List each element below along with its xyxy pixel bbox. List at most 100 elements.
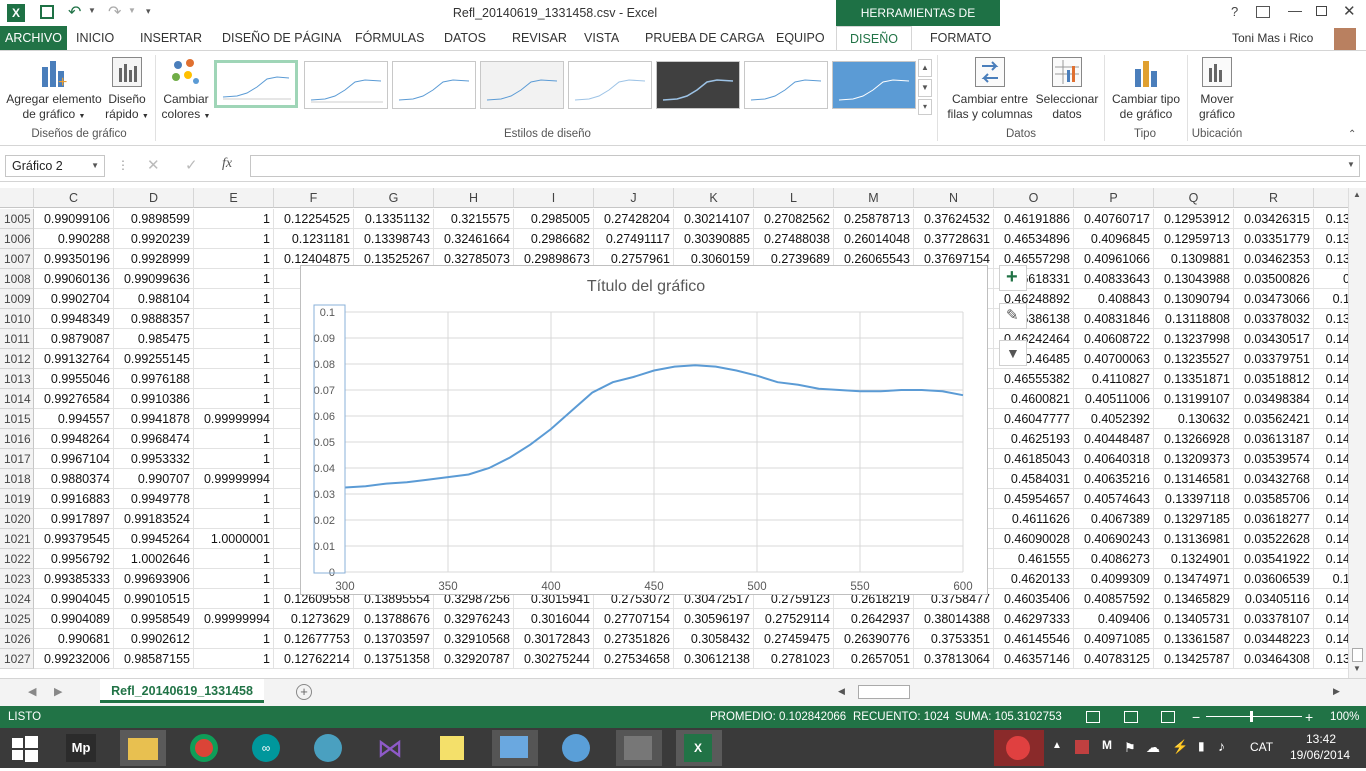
chart-style-3[interactable] [392,61,476,109]
table-cell[interactable]: 1 [194,449,274,469]
row-header[interactable]: 1022 [0,549,34,569]
table-cell[interactable]: 1 [194,429,274,449]
table-cell[interactable]: 1 [194,489,274,509]
table-cell[interactable]: 0.03522628 [1234,529,1314,549]
table-cell[interactable]: 0.13351871 [1154,369,1234,389]
minimize-button[interactable]: — [1288,2,1302,18]
row-header[interactable]: 1018 [0,469,34,489]
table-cell[interactable]: 0.4096845 [1074,229,1154,249]
table-cell[interactable]: 0.40635216 [1074,469,1154,489]
table-cell[interactable]: 0.99999994 [194,409,274,429]
table-cell[interactable]: 0.03500826 [1234,269,1314,289]
customize-qat-icon[interactable]: ▾ [146,6,151,17]
clock-date[interactable]: 19/06/2014 [1290,748,1350,762]
table-cell[interactable]: 0.990707 [114,469,194,489]
table-cell[interactable]: 0.99010515 [114,589,194,609]
table-cell[interactable]: 0.26390776 [834,629,914,649]
row-header[interactable]: 1027 [0,649,34,669]
table-cell[interactable]: 0.14 [1314,489,1348,509]
row-header[interactable]: 1025 [0,609,34,629]
table-cell[interactable]: 1 [194,349,274,369]
zoom-in-icon[interactable]: + [1305,706,1313,728]
select-data-icon[interactable] [1052,57,1082,87]
table-cell[interactable]: 0.9958549 [114,609,194,629]
table-cell[interactable]: 0.13751358 [354,649,434,669]
table-cell[interactable]: 0.2985005 [514,209,594,229]
change-colors-icon[interactable] [170,57,200,87]
table-cell[interactable]: 0.13118808 [1154,309,1234,329]
table-cell[interactable]: 0.03405116 [1234,589,1314,609]
table-cell[interactable]: 0.4067389 [1074,509,1154,529]
table-cell[interactable]: 0.985475 [114,329,194,349]
table-cell[interactable]: 0.14 [1314,429,1348,449]
table-cell[interactable]: 0.03498384 [1234,389,1314,409]
table-cell[interactable]: 0.9904045 [34,589,114,609]
table-cell[interactable]: 0.4625193 [994,429,1074,449]
column-header[interactable]: M [834,188,914,208]
tab-equipo[interactable]: EQUIPO [770,26,831,50]
select-data-button[interactable]: Seleccionar datos [1032,92,1102,122]
column-header[interactable]: H [434,188,514,208]
table-cell[interactable]: 0.1309881 [1154,249,1234,269]
table-cell[interactable]: 0.03462353 [1234,249,1314,269]
status-count[interactable]: RECUENTO: 1024 [853,706,949,728]
table-cell[interactable]: 0.14 [1314,609,1348,629]
file-explorer-icon[interactable] [120,730,166,766]
table-cell[interactable]: 0.9953332 [114,449,194,469]
table-cell[interactable]: 0.46047777 [994,409,1074,429]
table-cell[interactable]: 0.4600821 [994,389,1074,409]
table-cell[interactable]: 0.03473066 [1234,289,1314,309]
chrome-icon[interactable] [182,730,228,766]
table-cell[interactable]: 0.13 [1314,209,1348,229]
tab-insertar[interactable]: INSERTAR [134,26,208,50]
zoom-out-icon[interactable]: − [1192,706,1200,728]
table-cell[interactable]: 0.4611626 [994,509,1074,529]
table-cell[interactable]: 0.27491117 [594,229,674,249]
table-cell[interactable]: 0.30172843 [514,629,594,649]
tray-icon-m[interactable]: M [1102,738,1112,752]
table-cell[interactable]: 1 [194,209,274,229]
table-cell[interactable]: 0.12677753 [274,629,354,649]
table-cell[interactable]: 0.3016044 [514,609,594,629]
volume-icon[interactable]: ♪ [1218,738,1225,754]
table-cell[interactable]: 0.130632 [1154,409,1234,429]
scroll-thumb[interactable] [1352,648,1363,662]
table-cell[interactable]: 0.99099636 [114,269,194,289]
table-cell[interactable]: 0.13351132 [354,209,434,229]
zoom-level[interactable]: 100% [1330,706,1359,728]
table-cell[interactable]: 0.03518812 [1234,369,1314,389]
table-cell[interactable]: 0.13474971 [1154,569,1234,589]
table-cell[interactable]: 0.14 [1314,509,1348,529]
table-cell[interactable]: 0.9955046 [34,369,114,389]
column-header[interactable]: E [194,188,274,208]
table-cell[interactable]: 0.30214107 [674,209,754,229]
quick-layout-icon[interactable] [112,57,142,87]
table-cell[interactable]: 0.9967104 [34,449,114,469]
chart-style-5[interactable] [568,61,652,109]
table-cell[interactable]: 0.9910386 [114,389,194,409]
normal-view-icon[interactable] [1086,711,1100,723]
table-cell[interactable]: 0.99385333 [34,569,114,589]
tab-prueba-carga[interactable]: PRUEBA DE CARGA [639,26,770,50]
table-cell[interactable]: 0.32461664 [434,229,514,249]
table-cell[interactable]: 0.9941878 [114,409,194,429]
table-cell[interactable]: 0.13425787 [1154,649,1234,669]
table-cell[interactable]: 0.27707154 [594,609,674,629]
name-box[interactable]: Gráfico 2 ▼ [5,155,105,177]
table-cell[interactable]: 0.38014388 [914,609,994,629]
column-header[interactable]: D [114,188,194,208]
column-header[interactable]: G [354,188,434,208]
table-cell[interactable]: 0.2657051 [834,649,914,669]
column-header[interactable]: N [914,188,994,208]
user-name[interactable]: Toni Mas i Rico [1232,31,1313,45]
column-header[interactable]: O [994,188,1074,208]
expand-formula-icon[interactable]: ▼ [1347,160,1355,169]
table-cell[interactable]: 0.14 [1314,409,1348,429]
table-cell[interactable]: 0.03539574 [1234,449,1314,469]
sheet-tab[interactable]: Refl_20140619_1331458 [100,679,264,703]
table-cell[interactable]: 0.14 [1314,549,1348,569]
tray-icon-flag[interactable]: ⚑ [1124,740,1136,756]
status-average[interactable]: PROMEDIO: 0.102842066 [710,706,846,728]
table-cell[interactable]: 1 [194,629,274,649]
table-cell[interactable]: 0.4584031 [994,469,1074,489]
